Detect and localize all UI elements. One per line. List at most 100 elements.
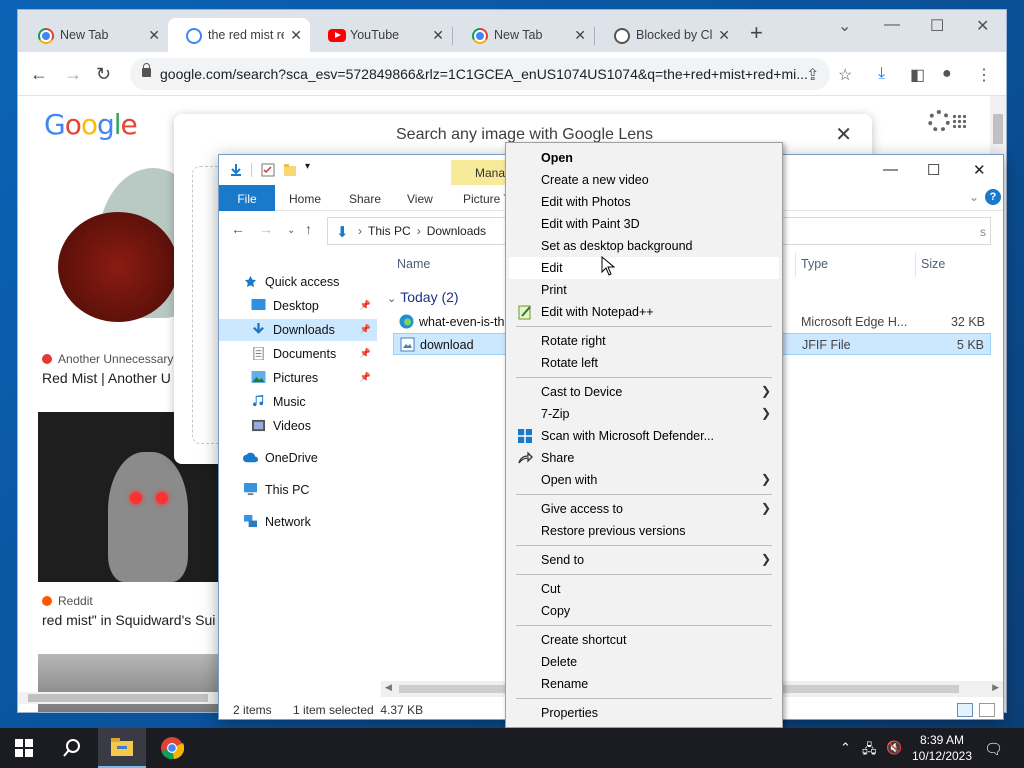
tab-new-tab-1[interactable]: New Tab ✕ [20, 18, 168, 52]
details-view-icon[interactable] [957, 703, 973, 717]
column-type[interactable]: Type [801, 257, 828, 271]
close-window-button[interactable]: ✕ [976, 16, 989, 36]
pin-icon[interactable]: 📌 [360, 324, 371, 335]
nav-this-pc[interactable]: This PC [219, 479, 377, 501]
menu-item-copy[interactable]: Copy [509, 600, 779, 622]
lens-close-icon[interactable]: ✕ [835, 122, 852, 147]
menu-item-rotate-left[interactable]: Rotate left [509, 352, 779, 374]
menu-item-set-background[interactable]: Set as desktop background [509, 235, 779, 257]
column-divider[interactable] [795, 253, 796, 277]
menu-item-share[interactable]: Share [509, 447, 779, 469]
tab-file[interactable]: File [219, 185, 275, 211]
menu-item-7zip[interactable]: 7-Zip ❯ [509, 403, 779, 425]
explorer-address-bar[interactable]: ⬇ › This PC › Downloads [327, 217, 507, 245]
menu-icon[interactable]: ⋮ [976, 65, 992, 85]
notifications-icon[interactable]: 🗨 [984, 740, 1003, 758]
expand-ribbon-icon[interactable]: ⌄ [969, 190, 979, 204]
menu-item-give-access[interactable]: Give access to ❯ [509, 498, 779, 520]
tab-search-icon[interactable]: ⌄ [838, 16, 851, 36]
menu-item-print[interactable]: Print [509, 279, 779, 301]
nav-network[interactable]: Network [219, 511, 377, 533]
menu-item-defender-scan[interactable]: Scan with Microsoft Defender... [509, 425, 779, 447]
close-window-button[interactable]: ✕ [973, 161, 986, 179]
pin-icon[interactable]: 📌 [360, 372, 371, 383]
address-bar[interactable]: google.com/search?sca_esv=572849866&rlz=… [130, 58, 830, 90]
large-icons-view-icon[interactable] [979, 703, 995, 717]
breadcrumb-downloads[interactable]: Downloads [427, 224, 486, 238]
close-icon[interactable]: ✕ [432, 27, 444, 44]
new-tab-button[interactable]: + [750, 22, 763, 44]
pin-icon[interactable]: 📌 [360, 348, 371, 359]
menu-item-restore-versions[interactable]: Restore previous versions [509, 520, 779, 542]
group-header-today[interactable]: ⌄ Today (2) [387, 289, 459, 305]
menu-item-notepadpp[interactable]: Edit with Notepad++ [509, 301, 779, 323]
side-panel-icon[interactable]: ◧ [910, 65, 925, 85]
nav-downloads[interactable]: Downloads 📌 [219, 319, 377, 341]
menu-item-cut[interactable]: Cut [509, 578, 779, 600]
menu-item-edit[interactable]: Edit [509, 257, 779, 279]
nav-onedrive[interactable]: OneDrive [219, 447, 377, 469]
tab-blocked[interactable]: Blocked by Clo ✕ [596, 18, 738, 52]
show-hidden-icons[interactable]: ⌃ [840, 740, 851, 756]
pin-icon[interactable]: 📌 [360, 300, 371, 311]
minimize-button[interactable]: — [883, 161, 898, 178]
share-icon[interactable]: ⇪ [806, 65, 819, 85]
search-input[interactable]: s [775, 217, 991, 245]
tab-youtube[interactable]: YouTube ✕ [310, 18, 452, 52]
menu-item-properties[interactable]: Properties [509, 702, 779, 724]
profile-icon[interactable]: ● [942, 65, 952, 83]
menu-item-edit-photos[interactable]: Edit with Photos [509, 191, 779, 213]
back-button[interactable]: ← [231, 221, 245, 237]
google-logo[interactable]: Google [44, 108, 138, 141]
nav-documents[interactable]: Documents 📌 [219, 343, 377, 365]
tab-view[interactable]: View [407, 185, 433, 211]
tab-home[interactable]: Home [289, 185, 321, 211]
search-button[interactable] [48, 728, 96, 768]
breadcrumb-this-pc[interactable]: This PC [368, 224, 411, 238]
menu-item-create-video[interactable]: Create a new video [509, 169, 779, 191]
forward-button[interactable]: → [259, 221, 273, 237]
minimize-button[interactable]: — [884, 16, 900, 34]
bookmark-star-icon[interactable]: ☆ [838, 65, 852, 85]
menu-item-send-to[interactable]: Send to ❯ [509, 549, 779, 571]
column-divider[interactable] [915, 253, 916, 277]
apps-grid-icon[interactable] [952, 114, 966, 128]
horizontal-scrollbar[interactable] [18, 692, 238, 704]
menu-item-create-shortcut[interactable]: Create shortcut [509, 629, 779, 651]
clock[interactable]: 8:39 AM 10/12/2023 [904, 732, 980, 764]
up-button[interactable]: ↑ [305, 221, 312, 237]
menu-item-cast-to-device[interactable]: Cast to Device ❯ [509, 381, 779, 403]
taskbar-file-explorer[interactable] [98, 728, 146, 768]
result-title-2[interactable]: red mist" in Squidward's Sui [42, 612, 215, 628]
recent-locations-icon[interactable]: ⌄ [287, 225, 295, 236]
network-tray-icon[interactable]: 🖧 [862, 740, 877, 762]
menu-item-delete[interactable]: Delete [509, 651, 779, 673]
tab-new-tab-2[interactable]: New Tab ✕ [454, 18, 594, 52]
customize-toolbar-icon[interactable]: ▾ [305, 161, 310, 172]
start-button[interactable] [0, 728, 48, 768]
menu-item-rename[interactable]: Rename [509, 673, 779, 695]
forward-button[interactable]: → [64, 64, 82, 85]
nav-pictures[interactable]: Pictures 📌 [219, 367, 377, 389]
new-folder-icon[interactable] [283, 163, 297, 177]
nav-videos[interactable]: Videos [219, 415, 377, 437]
tab-share[interactable]: Share [349, 185, 381, 211]
tab-picture-tools[interactable]: Picture T [463, 185, 511, 211]
maximize-button[interactable]: ☐ [930, 16, 944, 36]
column-name[interactable]: Name [397, 257, 430, 271]
nav-desktop[interactable]: Desktop 📌 [219, 295, 377, 317]
properties-icon[interactable] [261, 163, 275, 177]
reload-button[interactable]: ↻ [96, 64, 111, 85]
tab-google-search[interactable]: the red mist re ✕ [168, 18, 310, 52]
volume-muted-icon[interactable]: 🔇 [886, 740, 902, 756]
close-icon[interactable]: ✕ [718, 27, 730, 44]
close-icon[interactable]: ✕ [148, 27, 160, 44]
result-title-1[interactable]: Red Mist | Another U [42, 370, 171, 386]
maximize-button[interactable]: ☐ [927, 161, 940, 179]
menu-item-edit-paint3d[interactable]: Edit with Paint 3D [509, 213, 779, 235]
settings-gear-icon[interactable] [928, 110, 950, 132]
help-icon[interactable]: ? [985, 189, 1001, 205]
menu-item-rotate-right[interactable]: Rotate right [509, 330, 779, 352]
menu-item-open-with[interactable]: Open with ❯ [509, 469, 779, 491]
menu-item-open[interactable]: Open [509, 147, 779, 169]
